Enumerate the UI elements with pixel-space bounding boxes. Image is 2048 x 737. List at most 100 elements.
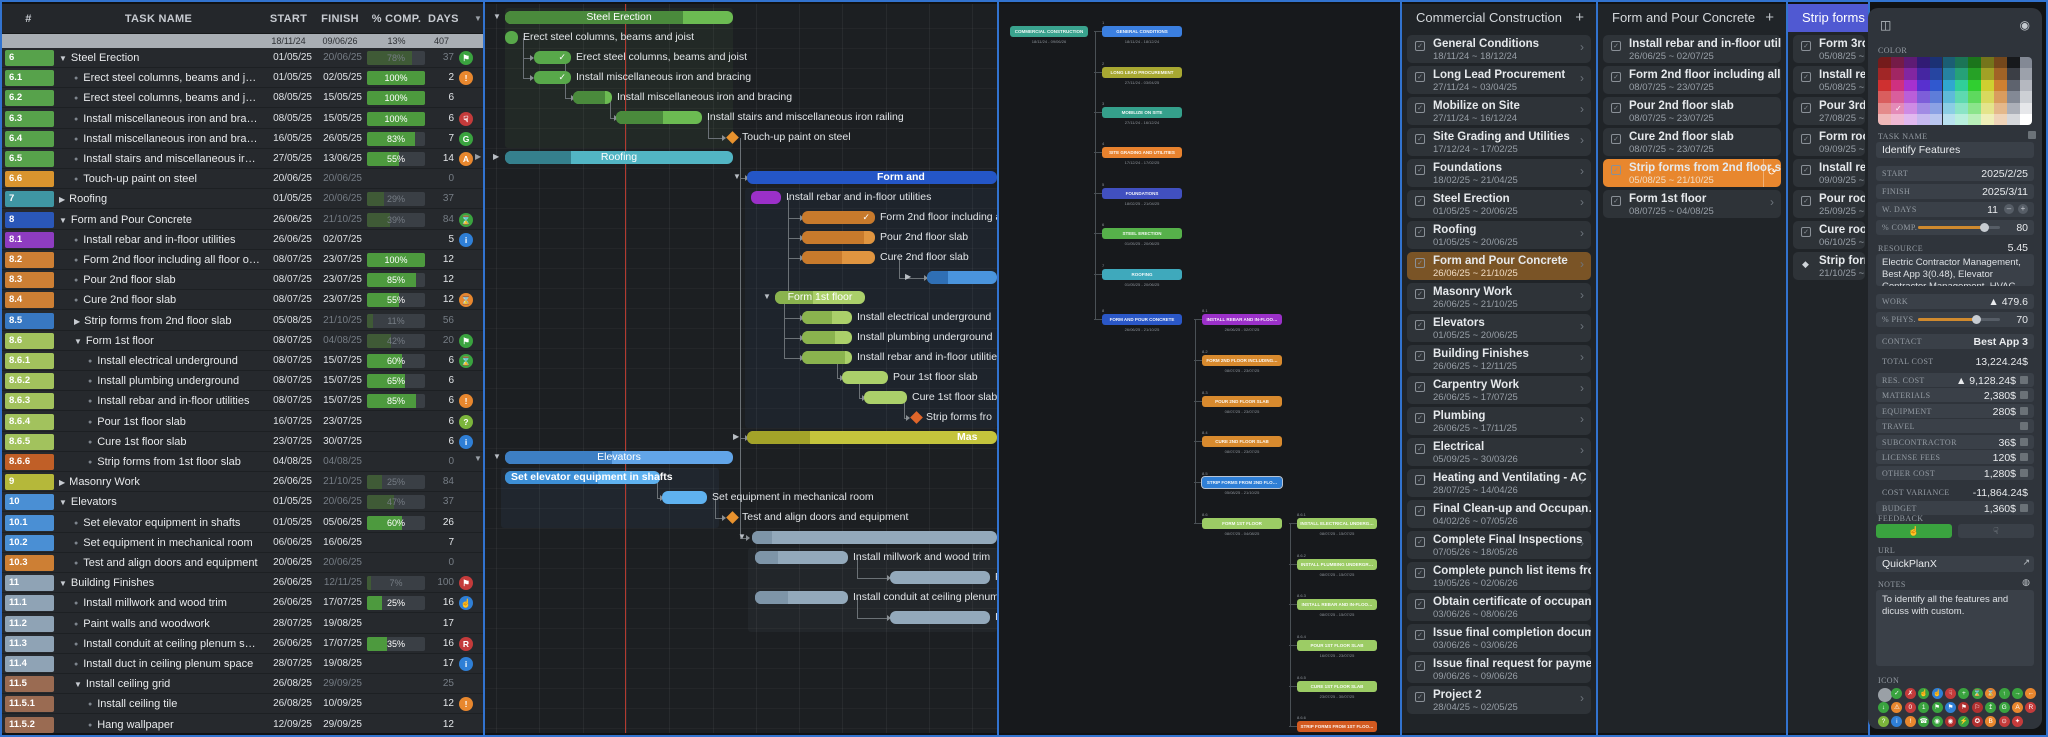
status-icon[interactable]: ⌛	[459, 354, 473, 368]
table-row[interactable]: 10.1 ● Set elevator equipment in shafts 01/…	[2, 513, 483, 533]
color-swatch[interactable]	[1942, 79, 1956, 92]
gantt-bar[interactable]	[842, 371, 888, 384]
cost-row-equipment[interactable]: EQUIPMENT 280$	[1876, 403, 2034, 418]
outline-item[interactable]: ✓ Install rebar a05/08/25 ~ 15/08	[1793, 66, 1865, 94]
gantt-bar[interactable]	[802, 351, 852, 364]
task-name-cell[interactable]: ▼ Building Finishes	[59, 573, 260, 593]
outline-item[interactable]: ✓ Elevators 01/05/25 ~ 20/06/25 ›	[1407, 314, 1591, 342]
row-id-chip[interactable]: 8.3	[5, 272, 54, 289]
row-id-chip[interactable]: 8.6.3	[5, 393, 54, 410]
gantt-bar[interactable]	[802, 311, 852, 324]
task-icon-option[interactable]: ⚑	[1958, 702, 1970, 713]
outline-item[interactable]: ✓ Complete Final Inspections 07/05/26 ~ 18…	[1407, 531, 1591, 559]
row-id-chip[interactable]: 11.5	[5, 676, 54, 693]
row-id-chip[interactable]: 8.4	[5, 292, 54, 309]
task-icon-option[interactable]: ⚠	[1891, 702, 1903, 713]
table-row[interactable]: 11.2 ● Paint walls and woodwork 28/07/25 19/…	[2, 614, 483, 634]
color-picker[interactable]: ✓	[1878, 57, 2032, 125]
chevron-right-icon[interactable]: ›	[1770, 195, 1774, 209]
note-icon[interactable]	[2020, 391, 2028, 399]
table-row[interactable]: 10.3 ● Test and align doors and equipment 2…	[2, 553, 483, 573]
task-icon-option[interactable]: 1	[1918, 702, 1930, 713]
task-icon-option[interactable]: ↓	[1878, 702, 1889, 713]
color-swatch[interactable]	[2019, 102, 2032, 114]
checkbox-icon[interactable]: ✓	[1415, 630, 1425, 640]
status-icon[interactable]: ⌛	[459, 293, 473, 308]
task-name-cell[interactable]: ● Pour 1st floor slab	[88, 412, 260, 432]
gantt-bar[interactable]	[802, 231, 875, 244]
task-name-cell[interactable]: ▼ Form 1st floor	[74, 331, 260, 351]
table-row[interactable]: 6.3 ● Install miscellaneous iron and braci…	[2, 109, 483, 129]
expand-arrow-icon[interactable]: ▼	[493, 452, 501, 462]
status-icon[interactable]: ⚑	[459, 333, 473, 348]
outline-item[interactable]: ✓ Electrical 05/09/25 ~ 30/03/26 ›	[1407, 438, 1591, 466]
table-row[interactable]: 10.2 ● Set equipment in mechanical room 06/…	[2, 533, 483, 553]
table-row[interactable]: 8.1 ● Install rebar and in-floor utilities…	[2, 230, 483, 250]
task-icon-option[interactable]: ⚐	[1971, 702, 1983, 713]
checkbox-icon[interactable]: ✓	[1415, 413, 1425, 423]
outline-item[interactable]: ✓ Cure roof slab06/10/25 ~ 15/10/	[1793, 221, 1865, 249]
cost-row-res-cost[interactable]: RES. COST ▲ 9,128.24$	[1876, 372, 2034, 387]
url-input[interactable]: QuickPlanX	[1876, 556, 2034, 572]
color-swatch[interactable]	[1981, 114, 1995, 125]
color-swatch[interactable]	[1916, 79, 1930, 92]
outline-item[interactable]: ✓ Plumbing 26/06/25 ~ 17/11/25 ›	[1407, 407, 1591, 435]
column-header-task-name[interactable]: TASK NAME	[55, 4, 262, 34]
chevron-right-icon[interactable]: ›	[1580, 443, 1584, 457]
row-id-chip[interactable]: 11.5.2	[5, 716, 54, 733]
color-swatch[interactable]	[1968, 102, 1982, 114]
table-row[interactable]: 8.6.5 ● Cure 1st floor slab 23/07/25 30/07/2…	[2, 432, 483, 452]
checkbox-icon[interactable]: ✓	[1611, 103, 1621, 113]
color-swatch[interactable]	[1994, 79, 2007, 92]
table-row[interactable]: 8.3 ● Pour 2nd floor slab 08/07/25 23/07/25 8…	[2, 270, 483, 291]
network-node[interactable]: FORM AND POUR CONCRETE	[1102, 314, 1182, 325]
color-swatch[interactable]	[2007, 102, 2020, 114]
chevron-right-icon[interactable]: ›	[1580, 288, 1584, 302]
gantt-bar[interactable]	[616, 111, 702, 124]
note-icon[interactable]	[2020, 468, 2028, 477]
pphys-slider[interactable]	[1918, 315, 2000, 324]
checkbox-icon[interactable]: ✓	[1415, 134, 1425, 144]
color-swatch[interactable]	[1890, 91, 1904, 103]
task-name-cell[interactable]: ● Install miscellaneous iron and bracing	[74, 129, 260, 149]
row-id-chip[interactable]: 6.5	[5, 151, 54, 167]
chevron-right-icon[interactable]: ›	[1580, 133, 1584, 147]
status-icon[interactable]: i	[459, 232, 473, 247]
pcomp-slider[interactable]	[1918, 223, 2000, 232]
color-swatch[interactable]	[1955, 57, 1969, 69]
add-task-button[interactable]: +	[1575, 4, 1584, 32]
color-swatch[interactable]	[2007, 79, 2020, 92]
contact-field[interactable]: CONTACT Best App 3	[1876, 334, 2034, 349]
cost-row-budget[interactable]: BUDGET 1,360$	[1876, 500, 2034, 515]
chevron-right-icon[interactable]: ›	[1580, 381, 1584, 395]
network-node[interactable]: SITE GRADING AND UTILITIES	[1102, 147, 1182, 158]
chevron-right-icon[interactable]: ›	[1580, 319, 1584, 333]
row-id-chip[interactable]: 9	[5, 474, 54, 491]
table-row[interactable]: 11 ▼ Building Finishes 26/06/25 12/11/25 7% 10…	[2, 573, 483, 594]
status-icon[interactable]: !	[459, 697, 473, 712]
task-name-cell[interactable]: ▶ Roofing	[59, 189, 260, 209]
outline-item[interactable]: ✓ Complete punch list items from…19/05/26…	[1407, 562, 1591, 590]
outline-item[interactable]: ✓ Carpentry Work 26/06/25 ~ 17/07/25 ›	[1407, 376, 1591, 404]
task-name-cell[interactable]: ● Install miscellaneous iron and bracing	[74, 109, 260, 129]
color-swatch[interactable]	[1994, 114, 2007, 125]
row-id-chip[interactable]: 6.3	[5, 110, 54, 127]
outline-item[interactable]: ✓ Form 3rd floo05/08/25 ~ 15/08	[1793, 35, 1865, 63]
chevron-right-icon[interactable]: ›	[1580, 164, 1584, 178]
color-swatch[interactable]	[1968, 68, 1982, 80]
note-icon[interactable]	[2020, 422, 2028, 430]
task-icon-option[interactable]: !	[1904, 716, 1916, 727]
row-id-chip[interactable]: 10	[5, 494, 54, 511]
table-row[interactable]: 11.5.1 ● Install ceiling tile 26/08/25 10/09…	[2, 694, 483, 715]
table-row[interactable]: 11.1 ● Install millwork and wood trim 26/06…	[2, 593, 483, 614]
start-field[interactable]: START 2025/2/25	[1876, 166, 2034, 181]
row-id-chip[interactable]: 7	[5, 191, 54, 208]
color-swatch[interactable]	[1916, 57, 1930, 69]
task-name-cell[interactable]: ● Form 2nd floor including all floor o…	[74, 250, 260, 270]
network-node[interactable]: FOUNDATIONS	[1102, 188, 1182, 199]
table-row[interactable]: 8.6.4 ● Pour 1st floor slab 16/07/25 23/07/2…	[2, 412, 483, 432]
checkbox-icon[interactable]: ✓	[1415, 227, 1425, 237]
task-name-cell[interactable]: ● Pour 2nd floor slab	[74, 270, 260, 290]
outline-item[interactable]: ✓ Steel Erection 01/05/25 ~ 20/06/25 ›	[1407, 190, 1591, 218]
task-name-cell[interactable]: ▼ Form and Pour Concrete	[59, 210, 260, 230]
